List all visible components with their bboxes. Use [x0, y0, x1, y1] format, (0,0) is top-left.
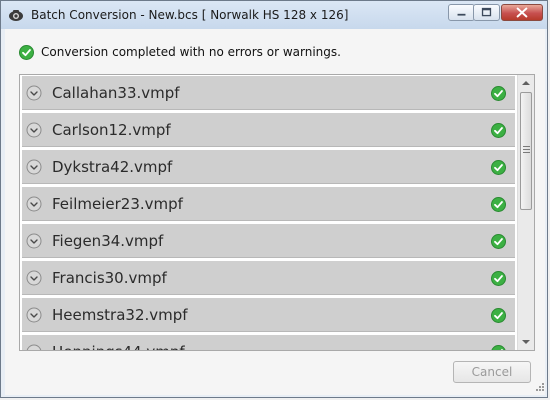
chevron-down-icon[interactable] [26, 122, 42, 138]
success-check-icon [491, 271, 506, 286]
dialog-body: Conversion completed with no errors or w… [5, 29, 545, 395]
window-title: Batch Conversion - New.bcs [ Norwalk HS … [31, 8, 349, 22]
success-check-icon [491, 308, 506, 323]
minimize-button[interactable] [448, 4, 475, 21]
chevron-down-icon[interactable] [26, 344, 42, 351]
file-row[interactable]: Francis30.vmpf [22, 261, 515, 295]
file-row[interactable]: Fiegen34.vmpf [22, 224, 515, 258]
maximize-icon [481, 7, 492, 17]
close-icon [516, 7, 528, 18]
resize-grip-icon[interactable] [534, 381, 545, 392]
file-row[interactable]: Hennings44.vmpf [22, 335, 515, 351]
file-name: Hennings44.vmpf [52, 343, 185, 350]
file-row[interactable]: Dykstra42.vmpf [22, 150, 515, 184]
file-row[interactable]: Feilmeier23.vmpf [22, 187, 515, 221]
vertical-scrollbar[interactable] [517, 75, 534, 350]
scroll-down-arrow-icon[interactable] [518, 333, 534, 350]
grip-lines-icon [523, 146, 530, 153]
chevron-down-icon[interactable] [26, 85, 42, 101]
chevron-down-icon[interactable] [26, 307, 42, 323]
success-check-icon [19, 45, 34, 60]
success-check-icon [491, 197, 506, 212]
scroll-thumb[interactable] [520, 92, 532, 210]
file-row[interactable]: Callahan33.vmpf [22, 76, 515, 110]
maximize-button[interactable] [473, 4, 500, 21]
chevron-down-icon[interactable] [26, 159, 42, 175]
file-name: Dykstra42.vmpf [52, 158, 173, 176]
batch-conversion-window: Batch Conversion - New.bcs [ Norwalk HS … [0, 0, 548, 398]
success-check-icon [491, 345, 506, 350]
file-name: Heemstra32.vmpf [52, 306, 188, 324]
file-name: Fiegen34.vmpf [52, 232, 164, 250]
file-name: Callahan33.vmpf [52, 84, 180, 102]
close-button[interactable] [501, 4, 543, 21]
chevron-down-icon[interactable] [26, 233, 42, 249]
minimize-icon [457, 13, 466, 16]
file-name: Feilmeier23.vmpf [52, 195, 183, 213]
chevron-down-icon[interactable] [26, 270, 42, 286]
camera-icon [9, 10, 23, 21]
file-row[interactable]: Heemstra32.vmpf [22, 298, 515, 332]
cancel-button[interactable]: Cancel [453, 361, 531, 383]
scroll-up-arrow-icon[interactable] [518, 75, 534, 92]
file-list[interactable]: Callahan33.vmpf Carlson12.vmpf Dykstra42.v… [19, 74, 535, 351]
file-row[interactable]: Carlson12.vmpf [22, 113, 515, 147]
title-bar[interactable]: Batch Conversion - New.bcs [ Norwalk HS … [1, 1, 547, 29]
file-name: Francis30.vmpf [52, 269, 167, 287]
success-check-icon [491, 234, 506, 249]
chevron-down-icon[interactable] [26, 196, 42, 212]
file-name: Carlson12.vmpf [52, 121, 171, 139]
success-check-icon [491, 160, 506, 175]
status-text: Conversion completed with no errors or w… [41, 45, 341, 59]
success-check-icon [491, 123, 506, 138]
success-check-icon [491, 86, 506, 101]
